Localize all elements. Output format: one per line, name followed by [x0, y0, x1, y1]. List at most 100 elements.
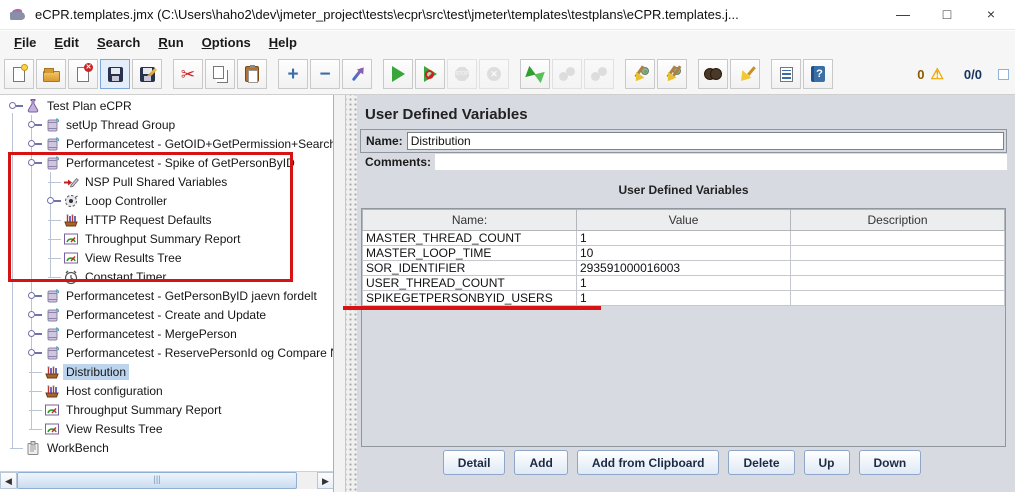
tree-expand-handle[interactable]	[28, 159, 35, 166]
tree-expand-handle[interactable]	[28, 349, 35, 356]
table-cell[interactable]	[791, 261, 1005, 276]
tree-item-view-results-tree[interactable]: View Results Tree	[0, 249, 333, 267]
add-from-clipboard-button[interactable]: Add from Clipboard	[577, 450, 720, 475]
tree-item-http-request-defaults[interactable]: HTTP Request Defaults	[0, 211, 333, 229]
table-cell[interactable]: MASTER_LOOP_TIME	[363, 246, 577, 261]
close-file-button[interactable]: ✕	[68, 59, 98, 89]
tree-expand-handle[interactable]	[28, 121, 35, 128]
udv-config-panel: User Defined Variables Name: Comments: U…	[357, 95, 1015, 492]
open-file-button[interactable]	[36, 59, 66, 89]
tree-item-throughput-summary-report[interactable]: Throughput Summary Report	[0, 230, 333, 248]
tree-item-setup-thread-group[interactable]: setUp Thread Group	[0, 116, 333, 134]
clear-all-icon	[663, 66, 681, 82]
name-input[interactable]	[407, 132, 1004, 150]
scroll-right-arrow[interactable]: ▶	[317, 472, 334, 489]
table-cell[interactable]: SOR_IDENTIFIER	[363, 261, 577, 276]
table-cell[interactable]: MASTER_THREAD_COUNT	[363, 231, 577, 246]
copy-button[interactable]	[205, 59, 235, 89]
down-button[interactable]: Down	[859, 450, 922, 475]
tree-item-label: View Results Tree	[63, 421, 166, 437]
tree-item-performancetest-reservepersonid-og-compare-name[interactable]: Performancetest - ReservePersonId og Com…	[0, 344, 333, 362]
start-no-pauses-button[interactable]	[415, 59, 445, 89]
table-cell[interactable]: USER_THREAD_COUNT	[363, 276, 577, 291]
maximize-button[interactable]: □	[925, 0, 969, 28]
search-button[interactable]	[698, 59, 728, 89]
menu-edit[interactable]: Edit	[46, 33, 87, 52]
table-cell[interactable]	[791, 231, 1005, 246]
search-reset-button[interactable]	[730, 59, 760, 89]
clear-all-button[interactable]	[657, 59, 687, 89]
add-button[interactable]: +	[278, 59, 308, 89]
tree-item-performancetest-spike-of-getpersonbyid[interactable]: Performancetest - Spike of GetPersonByID	[0, 154, 333, 172]
tree-item-throughput-summary-report[interactable]: Throughput Summary Report	[0, 401, 333, 419]
close-button[interactable]: ×	[969, 0, 1013, 28]
table-cell[interactable]: 293591000016003	[577, 261, 791, 276]
tree-item-performancetest-mergeperson[interactable]: Performancetest - MergePerson	[0, 325, 333, 343]
listener-icon	[44, 421, 60, 437]
tree-vertical-scrollbar[interactable]	[334, 95, 346, 492]
tree-expand-handle[interactable]	[28, 140, 35, 147]
tree-item-label: View Results Tree	[82, 250, 185, 266]
table-cell[interactable]	[791, 276, 1005, 291]
menu-options[interactable]: Options	[194, 33, 259, 52]
save-button[interactable]	[100, 59, 130, 89]
menu-run[interactable]: Run	[150, 33, 191, 52]
delete-button[interactable]: Delete	[728, 450, 794, 475]
column-header-name: Name:	[363, 210, 577, 231]
toolbar-checkbox[interactable]	[998, 69, 1009, 80]
tree-item-performancetest-getpersonbyid-jaevn-fordelt[interactable]: Performancetest - GetPersonByID jaevn fo…	[0, 287, 333, 305]
clear-button[interactable]	[625, 59, 655, 89]
table-cell[interactable]: 1	[577, 231, 791, 246]
tree-item-nsp-pull-shared-variables[interactable]: NSP Pull Shared Variables	[0, 173, 333, 191]
search-icon	[704, 68, 722, 80]
table-cell[interactable]: SPIKEGETPERSONBYID_USERS	[363, 291, 577, 306]
scrollbar-track[interactable]	[297, 472, 317, 489]
split-pane-divider[interactable]	[346, 95, 357, 492]
table-cell[interactable]: 1	[577, 276, 791, 291]
tree-item-label: setUp Thread Group	[63, 117, 178, 133]
tree-item-constant-timer[interactable]: Constant Timer	[0, 268, 333, 286]
tree-item-host-configuration[interactable]: Host configuration	[0, 382, 333, 400]
tree-horizontal-scrollbar[interactable]: ◀ ▶	[0, 471, 334, 489]
tree-item-loop-controller[interactable]: Loop Controller	[0, 192, 333, 210]
up-button[interactable]: Up	[804, 450, 850, 475]
tree-item-performancetest-create-and-update[interactable]: Performancetest - Create and Update	[0, 306, 333, 324]
menu-file[interactable]: File	[6, 33, 44, 52]
tree-item-test-plan-ecpr[interactable]: Test Plan eCPR	[0, 97, 333, 115]
remote-start-all-icon	[559, 67, 575, 81]
start-button[interactable]	[383, 59, 413, 89]
table-cell[interactable]	[791, 291, 1005, 306]
help-button[interactable]: ?	[803, 59, 833, 89]
tree-item-performancetest-getoid-getpermission-searchperson[interactable]: Performancetest - GetOID+GetPermission+S…	[0, 135, 333, 153]
new-file-button[interactable]	[4, 59, 34, 89]
tree-expand-handle[interactable]	[28, 330, 35, 337]
tree-expand-handle[interactable]	[28, 311, 35, 318]
tree-item-distribution[interactable]: Distribution	[0, 363, 333, 381]
paste-button[interactable]	[237, 59, 267, 89]
toggle-button[interactable]	[342, 59, 372, 89]
detail-button[interactable]: Detail	[443, 450, 506, 475]
function-helper-button[interactable]	[771, 59, 801, 89]
tree-expand-handle[interactable]	[28, 292, 35, 299]
shutdown-button: ✕	[479, 59, 509, 89]
remove-button[interactable]: −	[310, 59, 340, 89]
menu-help[interactable]: Help	[261, 33, 305, 52]
table-cell[interactable]	[791, 246, 1005, 261]
tree-expand-handle[interactable]	[47, 197, 54, 204]
scrollbar-thumb[interactable]	[17, 472, 297, 489]
cut-button[interactable]: ✂	[173, 59, 203, 89]
table-cell[interactable]: 1	[577, 291, 791, 306]
table-cell[interactable]: 10	[577, 246, 791, 261]
comments-input[interactable]	[435, 154, 1007, 170]
scroll-left-arrow[interactable]: ◀	[0, 472, 17, 489]
save-as-button[interactable]	[132, 59, 162, 89]
tree-expand-handle[interactable]	[9, 102, 16, 109]
add-button[interactable]: Add	[514, 450, 567, 475]
menu-search[interactable]: Search	[89, 33, 148, 52]
tree-item-view-results-tree[interactable]: View Results Tree	[0, 420, 333, 438]
warning-icon: ⚠	[930, 65, 943, 83]
restart-button[interactable]	[520, 59, 550, 89]
minimize-button[interactable]: —	[881, 0, 925, 28]
tree-item-workbench[interactable]: WorkBench	[0, 439, 333, 457]
add-icon: +	[287, 65, 298, 84]
